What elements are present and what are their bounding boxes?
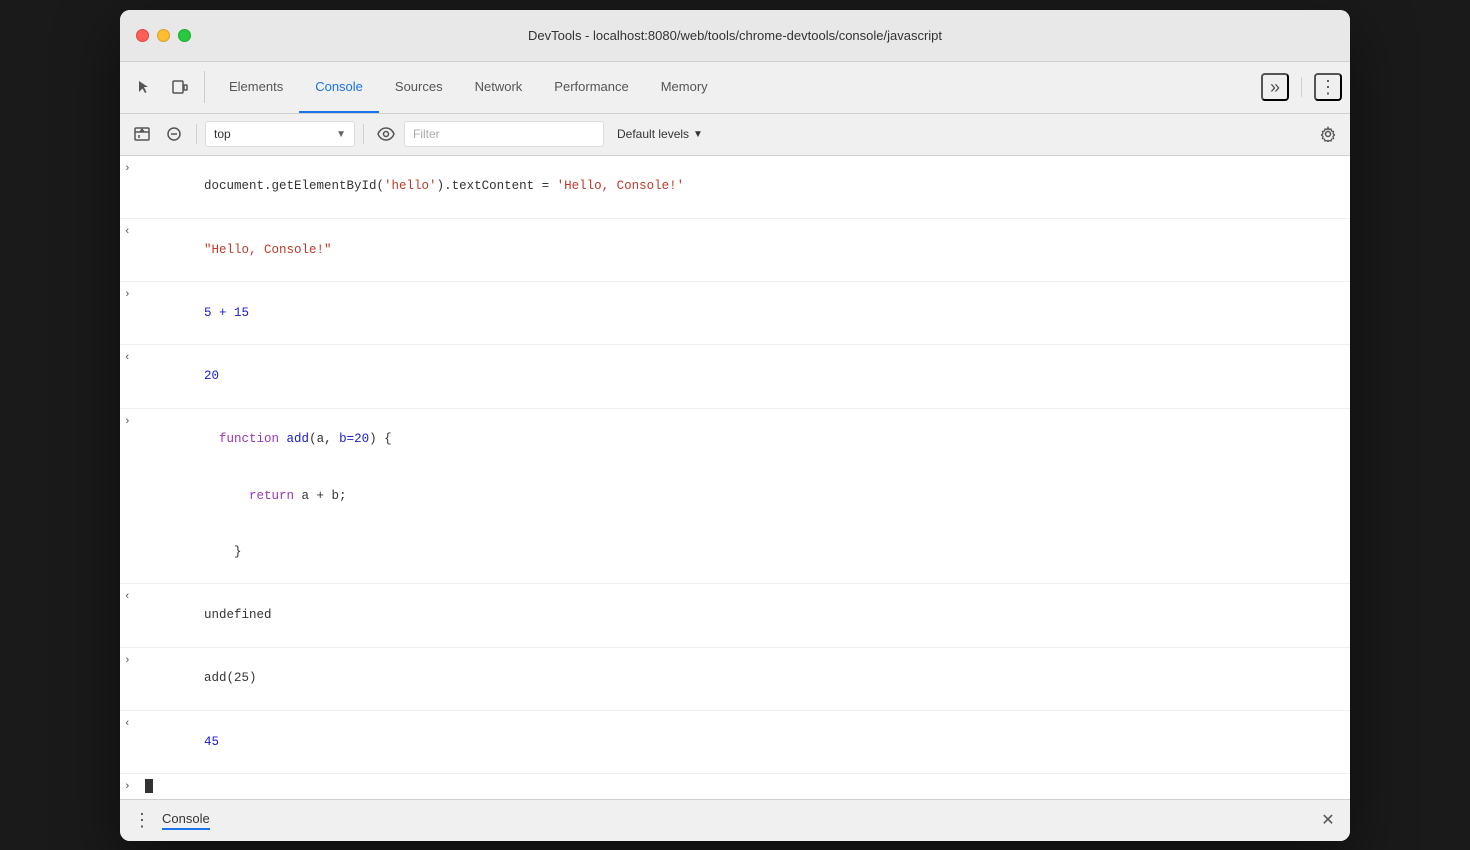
console-line: ‹ 20 xyxy=(120,345,1350,408)
console-line-content: return a + b; xyxy=(144,468,1342,524)
console-line-content: } xyxy=(144,524,1342,580)
tab-sources[interactable]: Sources xyxy=(379,62,459,113)
console-output[interactable]: › document.getElementById('hello').textC… xyxy=(120,156,1350,799)
console-input-line[interactable]: › xyxy=(120,774,1350,799)
devtools-more-options-button[interactable]: ⋮ xyxy=(1314,73,1342,101)
close-button[interactable] xyxy=(136,29,149,42)
devtools-window: DevTools - localhost:8080/web/tools/chro… xyxy=(120,10,1350,841)
output-arrow: ‹ xyxy=(124,350,138,367)
minimize-button[interactable] xyxy=(157,29,170,42)
console-line: › 5 + 15 xyxy=(120,282,1350,345)
chevron-down-icon: ▼ xyxy=(336,129,346,140)
console-line-content: add(25) xyxy=(144,651,1342,707)
chevron-down-icon: ▼ xyxy=(693,129,703,140)
console-line: › add(25) xyxy=(120,648,1350,711)
console-line-content: undefined xyxy=(144,587,1342,643)
tabs: Elements Console Sources Network Perform… xyxy=(213,62,724,113)
input-arrow: › xyxy=(124,779,138,796)
window-title: DevTools - localhost:8080/web/tools/chro… xyxy=(528,28,942,43)
tab-bar: Elements Console Sources Network Perform… xyxy=(120,62,1350,114)
input-arrow: › xyxy=(124,161,138,178)
console-line-content: 5 + 15 xyxy=(144,285,1342,341)
input-arrow: › xyxy=(124,653,138,670)
bottom-dots-button[interactable]: ⋮ xyxy=(128,806,156,834)
console-toolbar: top ▼ Filter Default levels ▼ xyxy=(120,114,1350,156)
more-tabs-button[interactable]: » xyxy=(1261,73,1289,101)
bottom-console-label: Console xyxy=(162,811,210,830)
console-settings-button[interactable] xyxy=(1314,120,1342,148)
console-line-content: "Hello, Console!" xyxy=(144,222,1342,278)
default-levels-dropdown[interactable]: Default levels ▼ xyxy=(608,121,712,147)
bottom-bar: ⋮ Console ✕ xyxy=(120,799,1350,841)
bottom-close-button[interactable]: ✕ xyxy=(1314,806,1342,834)
tab-network[interactable]: Network xyxy=(459,62,539,113)
console-line: › function add(a, b=20) { return a + b; … xyxy=(120,409,1350,585)
console-line-content: function add(a, b=20) { xyxy=(144,412,1342,468)
console-line-content: 45 xyxy=(144,714,1342,770)
eye-icon[interactable] xyxy=(372,120,400,148)
console-line: › document.getElementById('hello').textC… xyxy=(120,156,1350,219)
clear-console-button[interactable] xyxy=(128,120,156,148)
toolbar-divider-1 xyxy=(196,124,197,144)
console-line: ‹ undefined xyxy=(120,584,1350,647)
maximize-button[interactable] xyxy=(178,29,191,42)
input-arrow: › xyxy=(124,414,138,468)
execution-context-selector[interactable]: top ▼ xyxy=(205,121,355,147)
output-arrow: ‹ xyxy=(124,589,138,606)
tab-performance[interactable]: Performance xyxy=(538,62,644,113)
cursor-icon[interactable] xyxy=(128,71,160,103)
filter-input[interactable]: Filter xyxy=(404,121,604,147)
console-line-content: document.getElementById('hello').textCon… xyxy=(144,159,1342,215)
filter-toggle-button[interactable] xyxy=(160,120,188,148)
console-line: ‹ 45 xyxy=(120,711,1350,774)
console-line-content: 20 xyxy=(144,348,1342,404)
input-arrow: › xyxy=(124,287,138,304)
output-arrow: ‹ xyxy=(124,716,138,733)
console-line: ‹ "Hello, Console!" xyxy=(120,219,1350,282)
tab-memory[interactable]: Memory xyxy=(645,62,724,113)
toolbar-divider-2 xyxy=(363,124,364,144)
tab-console[interactable]: Console xyxy=(299,62,379,113)
tab-bar-divider xyxy=(1301,77,1302,97)
tab-bar-icons xyxy=(128,71,205,103)
cursor xyxy=(145,779,153,793)
output-arrow: ‹ xyxy=(124,224,138,241)
tab-elements[interactable]: Elements xyxy=(213,62,299,113)
tab-bar-right: » ⋮ xyxy=(1261,73,1342,101)
traffic-lights xyxy=(136,29,191,42)
title-bar: DevTools - localhost:8080/web/tools/chro… xyxy=(120,10,1350,62)
device-toggle-icon[interactable] xyxy=(164,71,196,103)
